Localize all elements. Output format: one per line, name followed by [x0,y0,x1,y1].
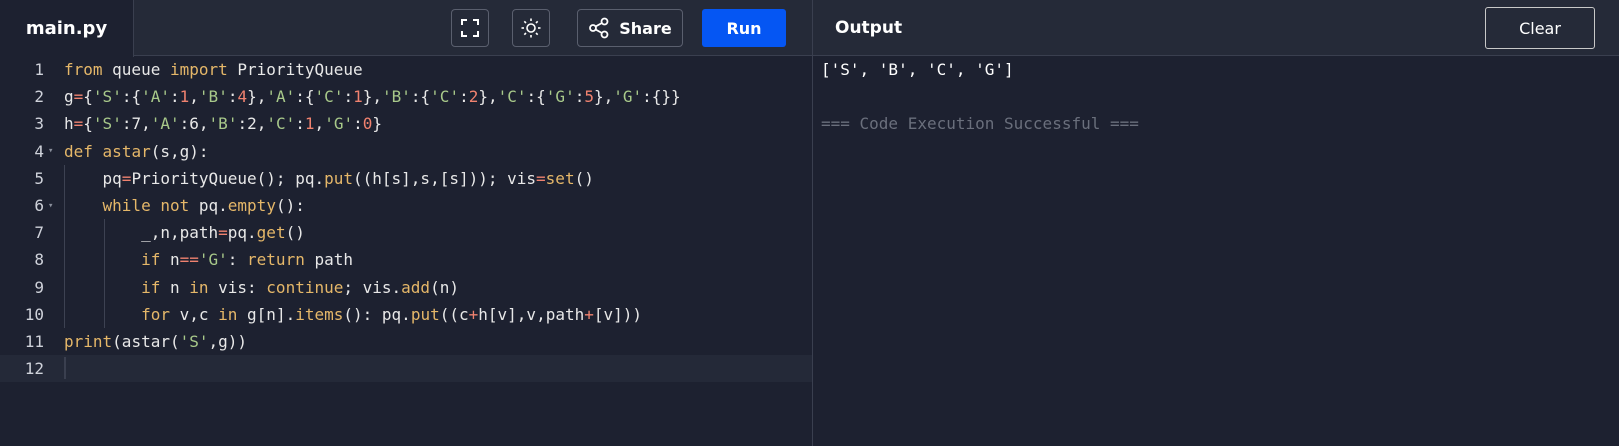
code-text: _,n,path=pq.get() [64,223,305,243]
code-line[interactable]: 8 if n=='G': return path [0,246,812,273]
output-console[interactable]: ['S', 'B', 'C', 'G'] === Code Execution … [813,57,1619,446]
execution-status: === Code Execution Successful === [821,114,1139,133]
line-number: 7 [34,223,44,243]
indent-guide [64,164,65,328]
line-number: 1 [34,60,44,79]
line-number: 9 [34,277,44,297]
line-number: 3 [34,114,44,134]
code-line[interactable]: 2 g={'S':{'A':1,'B':4},'A':{'C':1},'B':{'… [0,83,812,110]
line-number: 6 [34,196,44,215]
code-line[interactable]: 6 ▾ while not pq.empty(): [0,192,812,219]
share-icon [589,17,609,39]
editor-pane: main.py Share Run 1 from queue import Pri… [0,0,812,446]
code-line[interactable]: 7 _,n,path=pq.get() [0,219,812,246]
fullscreen-icon [461,19,479,37]
code-line[interactable]: 12 [0,355,812,383]
code-line[interactable]: 4 ▾ def astar(s,g): [0,138,812,165]
code-text: from queue import PriorityQueue [64,60,363,79]
code-text: h={'S':7,'A':6,'B':2,'C':1,'G':0} [64,114,383,134]
output-result: ['S', 'B', 'C', 'G'] [821,60,1014,79]
file-tab-main-py[interactable]: main.py [0,0,134,57]
fold-arrow-icon[interactable]: ▾ [44,201,64,211]
code-line[interactable]: 3 h={'S':7,'A':6,'B':2,'C':1,'G':0} [0,110,812,137]
line-number: 4 [34,141,44,161]
output-pane: Output Clear ['S', 'B', 'C', 'G'] === Co… [813,0,1619,446]
clear-button[interactable]: Clear [1485,7,1595,49]
editor-toolbar: main.py Share Run [0,0,812,57]
line-number: 10 [24,304,44,324]
share-label: Share [619,18,672,38]
code-text: g={'S':{'A':1,'B':4},'A':{'C':1},'B':{'C… [64,87,681,107]
output-toolbar: Output Clear [813,0,1619,56]
code-line[interactable]: 9 if n in vis: continue; vis.add(n) [0,274,812,301]
code-text: pq=PriorityQueue(); pq.put((h[s],s,[s]))… [64,168,594,188]
code-text: if n=='G': return path [141,250,353,270]
code-line[interactable]: 1 from queue import PriorityQueue [0,56,812,83]
line-number: 11 [24,332,44,351]
code-line[interactable]: 10 for v,c in g[n].items(): pq.put((c+h[… [0,301,812,328]
run-button[interactable]: Run [702,9,786,47]
fullscreen-button[interactable] [451,9,489,47]
code-line[interactable]: 11 print(astar('S',g)) [0,328,812,355]
line-number: 5 [34,168,44,188]
output-title: Output [835,18,903,38]
code-line[interactable]: 5 pq=PriorityQueue(); pq.put((h[s],s,[s]… [0,165,812,192]
output-scrollbar[interactable] [1607,57,1619,446]
code-text: print(astar('S',g)) [64,332,248,351]
code-text: def astar(s,g): [64,141,209,161]
line-number: 8 [34,250,44,270]
code-editor[interactable]: 1 from queue import PriorityQueue 2 g={'S':… [0,57,812,446]
text-cursor [64,357,66,380]
sun-icon [521,18,541,38]
code-text: if n in vis: continue; vis.add(n) [141,277,459,297]
theme-toggle-button[interactable] [512,9,550,47]
code-text: while not pq.empty(): [102,196,305,215]
line-number: 2 [34,87,44,107]
share-button[interactable]: Share [577,9,683,47]
indent-guide [104,219,105,328]
code-text: for v,c in g[n].items(): pq.put((c+h[v],… [141,304,643,324]
line-number: 12 [24,359,44,379]
fold-arrow-icon[interactable]: ▾ [44,146,64,156]
